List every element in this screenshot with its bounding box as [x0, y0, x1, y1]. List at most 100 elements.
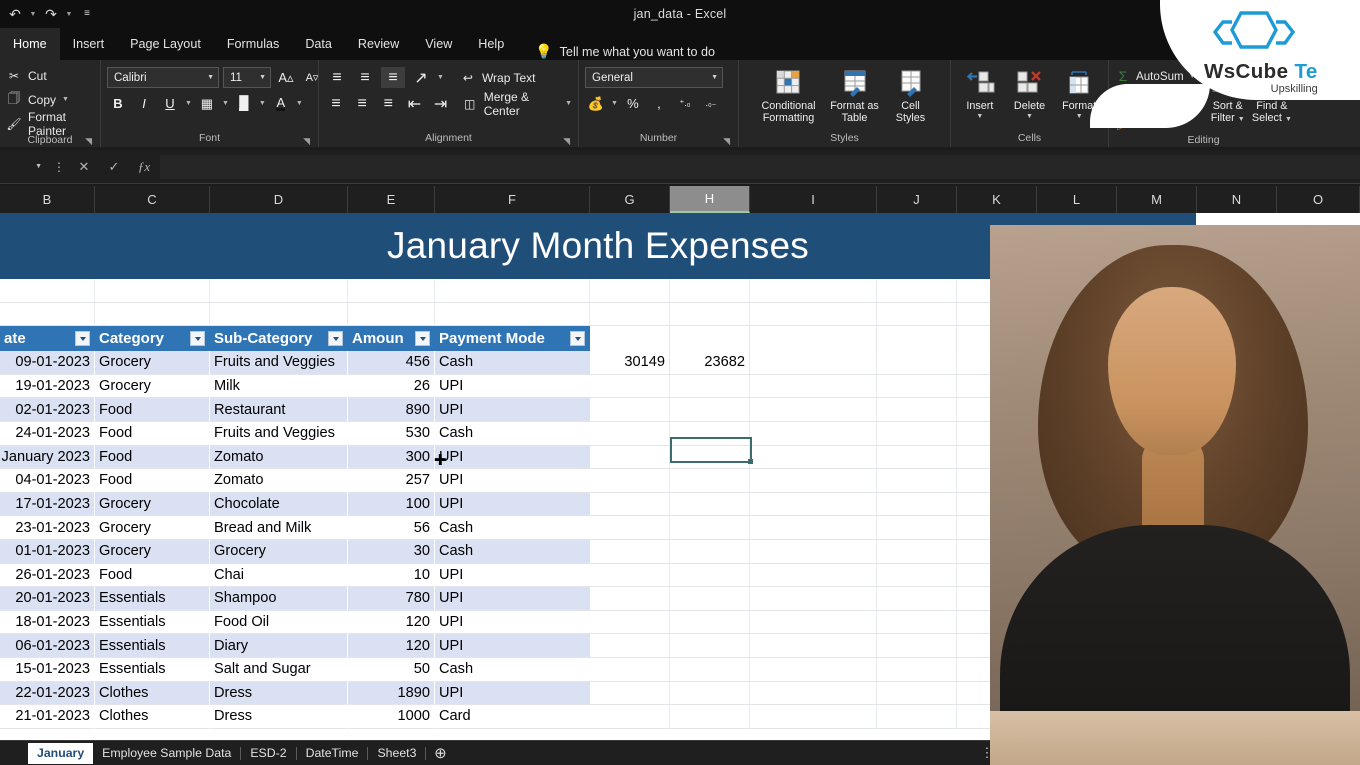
cell-blank[interactable]: [750, 398, 877, 422]
cell-blank[interactable]: [957, 469, 1037, 493]
cell-amount[interactable]: 56: [348, 516, 435, 540]
cell-blank[interactable]: [877, 634, 957, 658]
cell-amount[interactable]: 456: [348, 351, 435, 375]
cell-amount[interactable]: 100: [348, 492, 435, 517]
column-header-b[interactable]: B: [0, 186, 95, 213]
table-header-date[interactable]: ate: [0, 326, 95, 352]
cell-blank[interactable]: [1037, 705, 1117, 729]
column-header-o[interactable]: O: [1277, 186, 1360, 213]
cell-blank[interactable]: [1037, 421, 1117, 446]
cell-blank[interactable]: [1117, 279, 1197, 303]
cell-blank[interactable]: [750, 610, 877, 635]
cell-blank[interactable]: [1037, 539, 1117, 564]
cell-blank[interactable]: [1277, 421, 1360, 446]
filter-dropdown-icon[interactable]: [190, 331, 205, 347]
cell-blank[interactable]: [590, 469, 670, 493]
cell-sub-category[interactable]: Restaurant: [210, 398, 348, 422]
cell-payment-mode[interactable]: UPI: [435, 563, 590, 588]
cell-blank[interactable]: [590, 681, 670, 706]
cell-blank[interactable]: [1117, 469, 1197, 493]
cell-blank[interactable]: [1197, 445, 1277, 470]
column-header-m[interactable]: M: [1117, 186, 1197, 213]
cell-category[interactable]: Grocery: [95, 374, 210, 399]
accounting-chevron-down-icon[interactable]: ▼: [611, 100, 618, 107]
cell-blank[interactable]: [1037, 610, 1117, 635]
cell-blank[interactable]: [348, 302, 435, 327]
cell-sub-category[interactable]: Zomato: [210, 469, 348, 493]
cell-sub-category[interactable]: Salt and Sugar: [210, 657, 348, 682]
cell-date[interactable]: 09-01-2023: [0, 351, 95, 375]
formula-header-countifs[interactable]: Countifs: [1037, 326, 1117, 352]
increase-decimal-icon[interactable]: ⁺.₀: [674, 93, 696, 114]
cell-blank[interactable]: [877, 492, 957, 517]
table-header-payment-mode[interactable]: Payment Mode: [435, 326, 590, 352]
cell-category[interactable]: Clothes: [95, 705, 210, 729]
cell-blank[interactable]: [590, 705, 670, 729]
cell-blank[interactable]: [1197, 657, 1277, 682]
cell-blank[interactable]: [957, 587, 1037, 611]
cell-amount[interactable]: 780: [348, 587, 435, 611]
cell-blank[interactable]: [590, 421, 670, 446]
cell-date[interactable]: 22-01-2023: [0, 681, 95, 706]
tab-view[interactable]: View: [412, 28, 465, 60]
cell-blank[interactable]: [1117, 539, 1197, 564]
cell-date[interactable]: 02-01-2023: [0, 398, 95, 422]
cell-payment-mode[interactable]: Card: [435, 705, 590, 729]
cell-blank[interactable]: [1037, 445, 1117, 470]
formula-input[interactable]: [160, 154, 1360, 179]
orientation-icon[interactable]: ↗: [409, 67, 433, 88]
cell-date[interactable]: 19-01-2023: [0, 374, 95, 399]
cell-blank[interactable]: [590, 587, 670, 611]
cell-blank[interactable]: [210, 302, 348, 327]
align-left-icon[interactable]: ≡: [325, 93, 347, 114]
cell-blank[interactable]: [957, 445, 1037, 470]
decrease-decimal-icon[interactable]: .₀₋: [700, 93, 722, 114]
cell-date[interactable]: 21-01-2023: [0, 705, 95, 729]
cell-sub-category[interactable]: Shampoo: [210, 587, 348, 611]
formula-header-sum[interactable]: Sum: [590, 326, 670, 352]
cell-sum-value[interactable]: 30149: [590, 351, 670, 375]
cell-blank[interactable]: [750, 492, 877, 517]
cell-blank[interactable]: [1197, 469, 1277, 493]
cell-amount[interactable]: 530: [348, 421, 435, 446]
formula-header-sumif[interactable]: Sumif: [670, 326, 750, 352]
fill-handle[interactable]: [748, 459, 753, 464]
cell-sub-category[interactable]: Zomato: [210, 445, 348, 470]
cell-date[interactable]: 20-01-2023: [0, 587, 95, 611]
cell-blank[interactable]: [877, 398, 957, 422]
cell-blank[interactable]: [1037, 563, 1117, 588]
cell-blank[interactable]: [957, 374, 1037, 399]
name-box[interactable]: ▼: [0, 155, 48, 178]
cell-amount[interactable]: 120: [348, 634, 435, 658]
cell-amount[interactable]: 26: [348, 374, 435, 399]
increase-font-size-icon[interactable]: A▵: [275, 67, 297, 88]
cell-blank[interactable]: [957, 351, 1037, 375]
cell-amount[interactable]: 257: [348, 469, 435, 493]
font-size-select[interactable]: 11 ▼: [223, 67, 271, 88]
column-header-i[interactable]: I: [750, 186, 877, 213]
insert-function-icon[interactable]: ƒx: [130, 155, 158, 179]
italic-button[interactable]: I: [133, 93, 155, 114]
borders-chevron-down-icon[interactable]: ▼: [222, 100, 229, 107]
align-top-icon[interactable]: ≡: [325, 67, 349, 88]
table-row[interactable]: 26-01-2023 Food Chai 10 UPI: [0, 563, 1360, 588]
tab-insert[interactable]: Insert: [60, 28, 118, 60]
table-row[interactable]: 06-01-2023 Essentials Diary 120 UPI: [0, 634, 1360, 658]
borders-icon[interactable]: ▦: [196, 93, 218, 114]
cell-payment-mode[interactable]: UPI: [435, 469, 590, 493]
cell-category[interactable]: Food: [95, 469, 210, 493]
table-row[interactable]: 23-01-2023 Grocery Bread and Milk 56 Cash: [0, 516, 1360, 540]
cell-blank[interactable]: [1037, 657, 1117, 682]
cancel-formula-icon[interactable]: ✕: [70, 155, 98, 179]
cell-blank[interactable]: [348, 279, 435, 303]
cell-blank[interactable]: [957, 279, 1037, 303]
cell-date[interactable]: 17-01-2023: [0, 492, 95, 517]
align-middle-icon[interactable]: ≡: [353, 67, 377, 88]
cut-button[interactable]: ✂ Cut: [6, 65, 94, 86]
horizontal-scrollbar-thumb[interactable]: [1020, 746, 1110, 760]
cell-blank[interactable]: [750, 516, 877, 540]
cell-blank[interactable]: [670, 302, 750, 327]
cell-sub-category[interactable]: Diary: [210, 634, 348, 658]
cell-amount[interactable]: 300: [348, 445, 435, 470]
cell-payment-mode[interactable]: Cash: [435, 516, 590, 540]
